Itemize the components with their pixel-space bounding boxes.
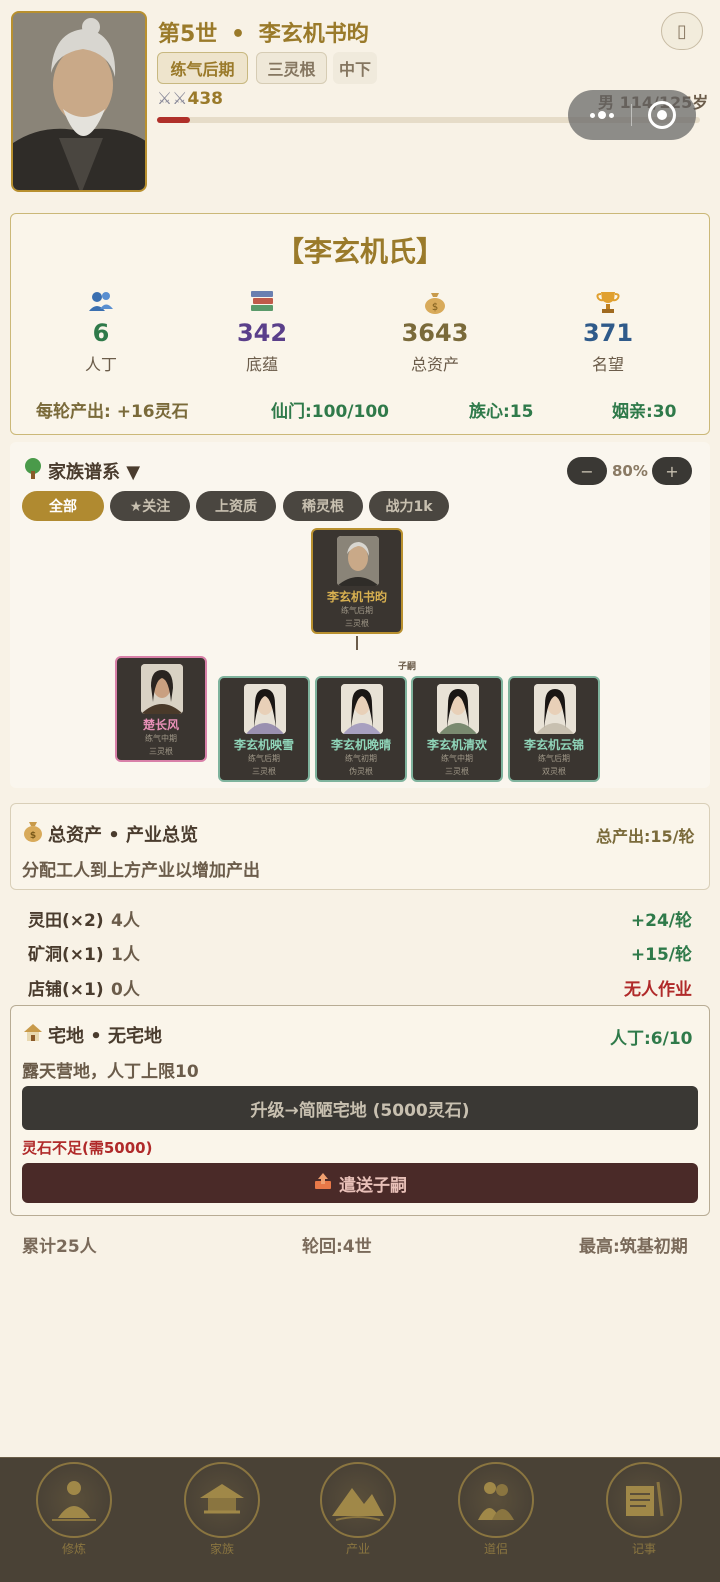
industry-workers: 4人: [111, 911, 140, 931]
member-portrait: [341, 684, 383, 734]
tree-connector: [356, 636, 358, 650]
grade-tag: 中下: [333, 52, 377, 84]
capsule-menu[interactable]: [568, 90, 696, 140]
trophy-icon: [548, 289, 668, 317]
nav-clan[interactable]: 家族: [182, 1462, 262, 1558]
player-portrait[interactable]: [11, 11, 147, 192]
tree-node-child[interactable]: 李玄机云锦 练气后期 双灵根: [508, 676, 600, 782]
stat-heritage: 342 底蕴: [202, 289, 322, 375]
industry-output: +24/轮: [630, 911, 692, 931]
send-heir-button[interactable]: 遣送子嗣: [22, 1163, 698, 1203]
upload-box-icon: [313, 1171, 333, 1196]
reincarnation-count: 轮回:4世: [302, 1237, 372, 1257]
nav-industry[interactable]: 产业: [318, 1462, 398, 1558]
upgrade-residence-button[interactable]: 升级→简陋宅地 (5000灵石): [22, 1086, 698, 1130]
realm-tag: 练气后期: [157, 52, 248, 84]
member-portrait: [141, 664, 183, 714]
industry-status: 无人作业: [624, 980, 692, 1000]
mountain-icon: [320, 1462, 396, 1538]
output-per-round: 每轮产出: +16灵石: [36, 402, 189, 422]
filter-power-1k[interactable]: 战力1k: [369, 491, 449, 521]
tree-node-child[interactable]: 李玄机晚晴 练气初期 伪灵根: [315, 676, 407, 782]
menu-button[interactable]: ▯: [661, 12, 703, 50]
nav-chronicle[interactable]: 记事: [604, 1462, 684, 1558]
player-name: 李玄机书昀: [258, 22, 369, 47]
industry-name: 店铺(×1): [28, 980, 104, 1000]
clan-title: 【李玄机氏】: [275, 235, 444, 268]
crossed-swords-icon: ⚔⚔: [157, 89, 188, 109]
tree-node-spouse[interactable]: 楚长风 练气中期 三灵根: [115, 656, 207, 762]
filter-high-aptitude[interactable]: 上资质: [196, 491, 276, 521]
meditation-icon: [36, 1462, 112, 1538]
member-portrait: [437, 684, 479, 734]
zoom-out-button[interactable]: −: [567, 457, 607, 485]
total-output: 总产出:15/轮: [596, 827, 695, 846]
couple-icon: [458, 1462, 534, 1538]
books-icon: [202, 289, 322, 317]
heir-label: 子嗣: [398, 662, 417, 672]
clan-heart: 族心:15: [469, 402, 534, 422]
member-portrait: [337, 536, 379, 586]
total-members: 累计25人: [22, 1237, 97, 1257]
filter-all[interactable]: 全部: [22, 491, 104, 521]
assets-title: $ 总资产 • 产业总览: [22, 819, 198, 848]
tree-node-child[interactable]: 李玄机清欢 练气中期 三灵根: [411, 676, 503, 782]
industry-name: 灵田(×2): [28, 911, 104, 931]
svg-text:$: $: [432, 302, 438, 313]
insufficient-warning: 灵石不足(需5000): [22, 1139, 153, 1157]
residence-population: 人丁:6/10: [610, 1029, 693, 1049]
industry-name: 矿洞(×1): [28, 945, 104, 965]
tree-node-child[interactable]: 李玄机映雪 练气后期 三灵根: [218, 676, 310, 782]
zoom-level: 80%: [612, 462, 648, 480]
stat-total-assets: $ 3643 总资产: [375, 289, 495, 375]
close-target-icon[interactable]: [648, 101, 676, 129]
highest-realm: 最高:筑基初期: [579, 1237, 688, 1257]
nav-dao-partner[interactable]: 道侣: [456, 1462, 536, 1558]
tree-icon: [22, 457, 44, 484]
filter-followed[interactable]: ★关注: [110, 491, 190, 521]
stat-population: 6 人丁: [41, 289, 161, 375]
marriage: 姻亲:30: [612, 402, 677, 422]
immortal-gate: 仙门:100/100: [271, 402, 389, 422]
clan-card: 【李玄机氏】 6 人丁 342 底蕴 $ 3643 总资产 371 名望 每轮产…: [10, 213, 710, 435]
assets-hint: 分配工人到上方产业以增加产出: [22, 861, 260, 881]
filter-rare-root[interactable]: 稀灵根: [283, 491, 363, 521]
nav-cultivate[interactable]: 修炼: [34, 1462, 114, 1558]
family-tree-toggle[interactable]: 家族谱系 ▼: [22, 457, 140, 484]
combat-power: ⚔⚔438: [157, 89, 223, 109]
more-dots-icon[interactable]: [584, 100, 620, 130]
spirit-root-tag: 三灵根: [256, 52, 327, 84]
svg-text:$: $: [30, 831, 36, 841]
member-portrait: [534, 684, 576, 734]
scroll-icon: [606, 1462, 682, 1538]
generation-label: 第5世: [158, 22, 218, 47]
industry-output: +15/轮: [630, 945, 692, 965]
residence-title: 宅地 • 无宅地: [22, 1021, 162, 1048]
money-bag-icon: $: [22, 819, 44, 848]
pavilion-icon: [184, 1462, 260, 1538]
people-icon: [41, 289, 161, 317]
stat-reputation: 371 名望: [548, 289, 668, 375]
industry-workers: 1人: [111, 945, 140, 965]
industry-workers: 0人: [111, 980, 140, 1000]
member-portrait: [244, 684, 286, 734]
tree-node-root[interactable]: 李玄机书昀 练气后期 三灵根: [311, 528, 403, 634]
residence-description: 露天营地，人丁上限10: [22, 1062, 199, 1082]
money-bag-icon: $: [375, 289, 495, 317]
house-icon: [22, 1021, 44, 1048]
zoom-in-button[interactable]: +: [652, 457, 692, 485]
